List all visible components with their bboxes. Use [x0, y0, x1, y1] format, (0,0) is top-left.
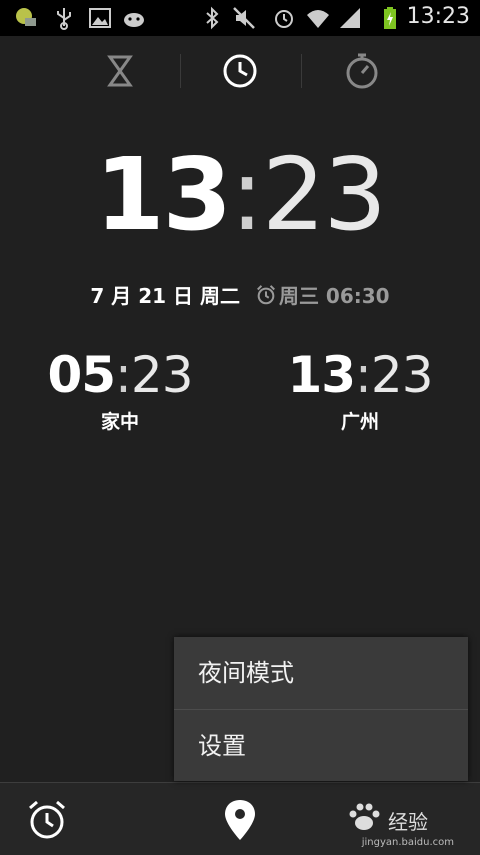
world-clock-separator: : [115, 346, 132, 404]
world-clock-separator: : [355, 346, 372, 404]
status-time: 13:23 [406, 4, 470, 29]
world-clock-city: 广州 [340, 411, 379, 433]
menu-item-night-mode[interactable]: 夜间模式 [174, 637, 468, 709]
baidu-watermark: 经验 jingyan.baidu.com [334, 802, 454, 848]
main-clock: 13:23 [0, 135, 480, 255]
tab-timer[interactable] [60, 44, 180, 98]
world-clock-hours: 13 [287, 346, 356, 404]
clock-hours: 13 [94, 136, 232, 253]
clock-separator: : [230, 136, 264, 253]
tab-bar [0, 36, 480, 106]
baidu-paw-icon [349, 803, 380, 830]
clock-icon [223, 54, 257, 88]
world-clock-guangzhou[interactable]: 13:23 广州 [260, 345, 460, 434]
world-clock-hours: 05 [47, 346, 116, 404]
hourglass-icon [107, 55, 133, 87]
next-alarm-label: 周三 06:30 [278, 284, 390, 308]
bluetooth-icon [206, 6, 219, 30]
stopwatch-icon [346, 53, 378, 89]
clock-minutes: 23 [261, 136, 387, 253]
android-icon [124, 13, 144, 27]
location-pin-icon [225, 800, 255, 840]
world-clock-home[interactable]: 05:23 家中 [20, 345, 220, 434]
world-clock-minutes: 23 [370, 346, 434, 404]
alarms-button[interactable] [17, 795, 77, 845]
date-label: 7 月 21 日 周二 [90, 284, 240, 308]
tab-clock[interactable] [180, 44, 300, 98]
mute-icon [233, 7, 255, 29]
picture-icon [89, 8, 111, 28]
alarm-icon [275, 10, 293, 28]
overflow-menu: 夜间模式 设置 [174, 637, 468, 781]
status-bar: 13:23 [0, 0, 480, 36]
watermark-url: jingyan.baidu.com [361, 837, 454, 848]
alarm-icon [257, 285, 275, 305]
watermark-text: 经验 [388, 810, 428, 834]
battery-icon [384, 7, 396, 29]
world-clock-minutes: 23 [130, 346, 194, 404]
alarm-icon [29, 800, 65, 839]
signal-icon [340, 8, 360, 28]
menu-item-settings[interactable]: 设置 [174, 710, 468, 782]
sim-icon [16, 8, 36, 26]
wifi-icon [307, 10, 329, 28]
date-row: 7 月 21 日 周二 周三 06:30 [0, 280, 480, 309]
tab-stopwatch[interactable] [302, 44, 422, 98]
cities-button[interactable] [210, 795, 270, 845]
usb-icon [57, 8, 71, 30]
world-clock-city: 家中 [100, 411, 139, 433]
next-alarm[interactable]: 周三 06:30 [255, 284, 390, 308]
